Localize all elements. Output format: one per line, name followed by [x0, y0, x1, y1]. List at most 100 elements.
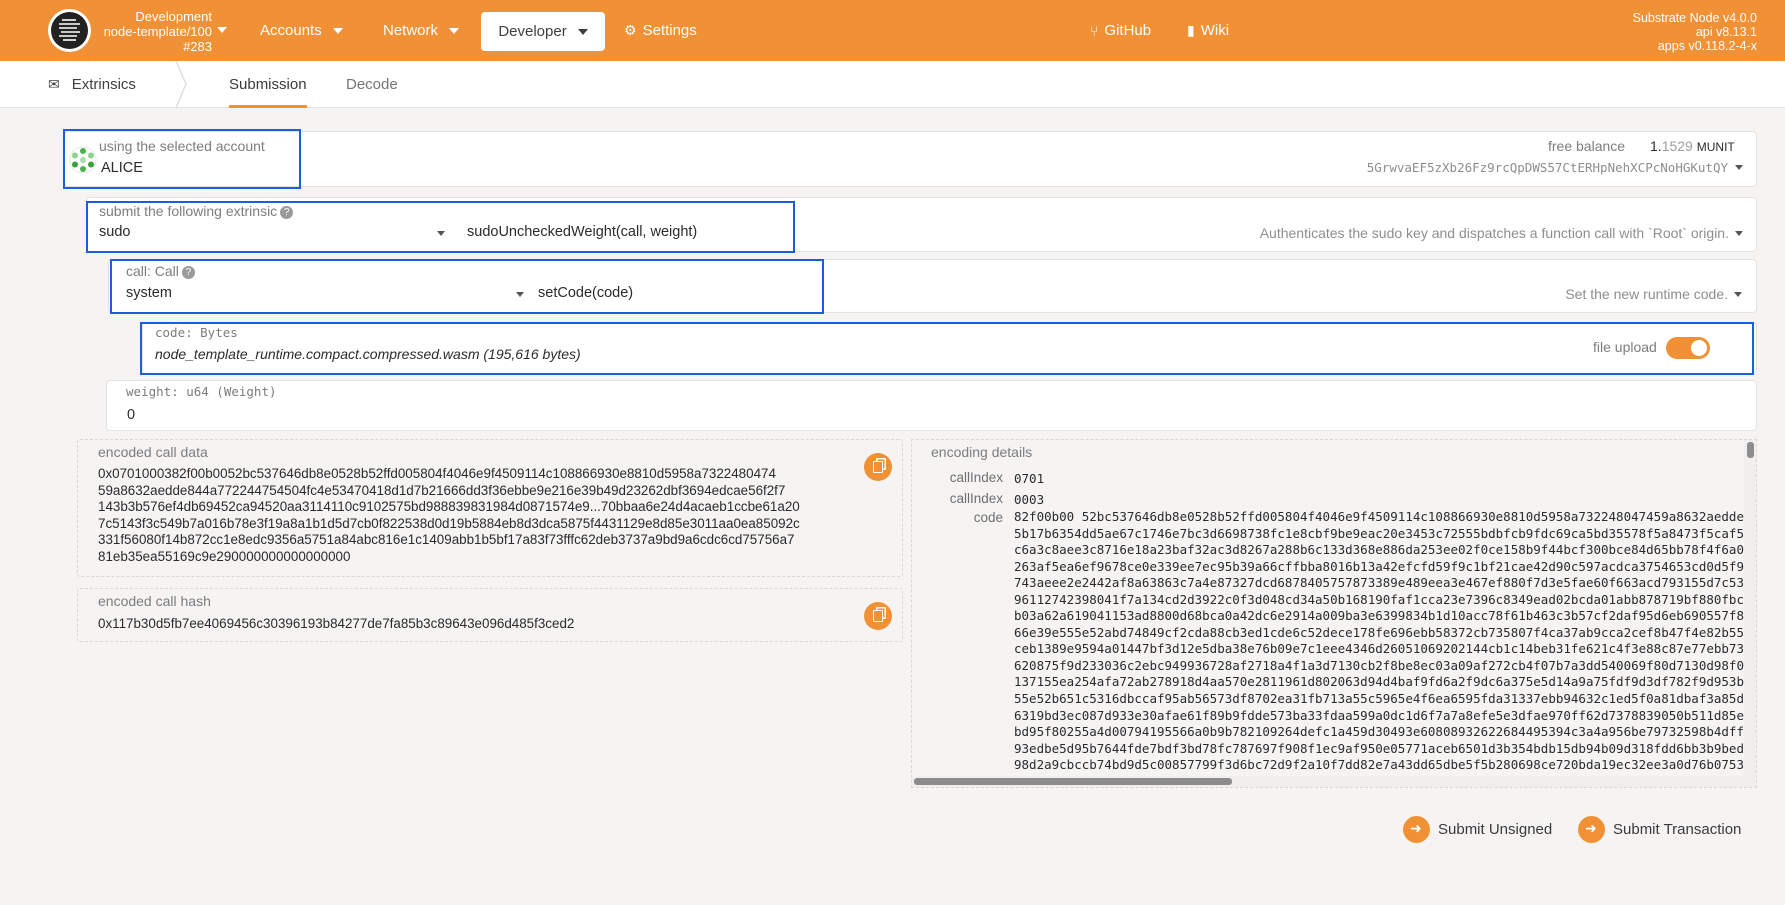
horizontal-scrollbar[interactable] [912, 776, 1746, 787]
tab-extrinsics-root[interactable]: ✉ Extrinsics [48, 61, 136, 108]
help-icon[interactable]: ? [280, 206, 294, 219]
breadcrumb-chevron [175, 61, 187, 108]
code-line: 5b17b6354dd5ae67c1746e7bc3d6698738fc1e8c… [1014, 525, 1744, 541]
tabs-bar: ✉ Extrinsics Submission Decode [0, 61, 1785, 108]
call-label-text: call: Call [126, 263, 179, 279]
nav-github[interactable]: ⑂ GitHub [1090, 0, 1151, 61]
account-label: using the selected account [99, 138, 265, 154]
code-line: 93edbe5d95b7644fde7bdf3bd78fc787697f908f… [1014, 740, 1744, 756]
code-param-label: code: Bytes [155, 325, 238, 340]
hex-line: 59a8632aedde844a772244754504fc4e53470418… [98, 482, 786, 498]
hex-line: 7c5143f3c549b7a016b78e3f19a8a1b1d5d7cb0f… [98, 515, 800, 531]
free-balance-label: free balance [1548, 138, 1626, 154]
help-icon[interactable]: ? [181, 266, 195, 279]
envelope-open-icon: ✉ [48, 76, 60, 92]
call-index-value: 0003 [1014, 492, 1045, 507]
code-line: 66e39e555e52abd74849cf2cda88cb3ed1cde6c5… [1014, 624, 1744, 640]
tab-decode-label: Decode [346, 76, 398, 93]
vertical-scrollbar[interactable] [1744, 440, 1756, 787]
encoding-details-panel[interactable]: encoding details callIndex 0701 callInde… [911, 439, 1757, 788]
code-line: c6a3c8aee3c8716e18a23baf32ac3d8267a288b6… [1014, 542, 1744, 558]
weight-param-label: weight: u64 (Weight) [126, 384, 277, 399]
code-branch-icon: ⑂ [1090, 22, 1099, 39]
substrate-logo-icon[interactable] [48, 9, 91, 52]
balance-fraction: 1529 [1661, 138, 1693, 154]
chevron-down-icon [516, 292, 524, 297]
code-line: 620875f9d233036c2ebc949936728af2718a4f1a… [1014, 657, 1744, 673]
code-line: 96112742398041f7a134cd2d3922c0f3d048cd34… [1014, 591, 1744, 607]
node-version: Substrate Node v4.0.0 [1632, 11, 1757, 25]
nav-network[interactable]: Network [383, 0, 460, 61]
code-line: 6319bd3ec087d933e30afae61f89b9fdde573ba3… [1014, 707, 1744, 723]
balance-integer: 1. [1650, 138, 1662, 154]
chain-selector[interactable]: Development node-template/100 #283 [100, 9, 212, 54]
call-section-dropdown[interactable]: system [124, 281, 524, 309]
free-balance-value: 1.1529 MUNIT [1650, 138, 1735, 154]
submit-transaction-label: Submit Transaction [1613, 820, 1742, 838]
copy-icon[interactable] [864, 602, 892, 630]
chevron-down-icon [577, 28, 588, 35]
extrinsic-method-value: sudoUncheckedWeight(call, weight) [467, 224, 698, 240]
extrinsic-method-dropdown[interactable]: sudoUncheckedWeight(call, weight) Authen… [467, 220, 1747, 248]
encoded-call-hash-label: encoded call hash [98, 593, 211, 609]
chevron-down-icon [449, 27, 460, 34]
tab-root-label: Extrinsics [71, 76, 136, 93]
nav-network-label: Network [383, 22, 439, 39]
sign-in-icon [1578, 815, 1605, 843]
call-label: call: Call? [126, 263, 195, 279]
tab-submission-label: Submission [229, 76, 307, 93]
code-line: bd95f80255a4d00794195566a0b9b782109264de… [1014, 724, 1746, 740]
code-detail-value: 82f00b00 52bc537646db8e0528b52ffd005804f… [1014, 509, 1746, 774]
account-identicon [69, 146, 97, 174]
extrinsic-section-dropdown[interactable]: sudo [97, 220, 449, 248]
hex-line: 331f56080f14b872cc1e8edc9356a5751a84abc8… [98, 532, 795, 548]
chevron-down-icon[interactable] [217, 27, 227, 33]
call-index-label: callIndex [949, 470, 1003, 485]
node-version-info: Substrate Node v4.0.0 api v8.13.1 apps v… [1633, 11, 1757, 53]
code-line: 55e52b651c5316dbccaf95ab56573df8702ea31f… [1014, 691, 1744, 707]
extrinsic-label: submit the following extrinsic? [99, 203, 294, 219]
nav-wiki-label: Wiki [1200, 22, 1230, 39]
encoded-call-hash-panel: encoded call hash 0x117b30d5fb7ee4069456… [77, 588, 903, 642]
call-method-dropdown[interactable]: setCode(code) Set the new runtime code. [538, 281, 1746, 309]
account-selector[interactable]: using the selected account ALICE free ba… [64, 131, 1757, 187]
chevron-down-icon [1734, 292, 1742, 297]
balance-unit: MUNIT [1696, 140, 1735, 154]
hex-line: 0x0701000382f00b0052bc537646db8e0528b52f… [98, 466, 776, 481]
code-line: b03a62a619041153ad8800d68bca0a42dc6e2914… [1014, 608, 1744, 624]
code-param[interactable]: code: Bytes node_template_runtime.compac… [142, 322, 1757, 374]
call-section-value: system [126, 285, 172, 301]
nav-developer[interactable]: Developer [481, 12, 605, 51]
encoded-call-data-value: 0x0701000382f00b0052bc537646db8e0528b52f… [98, 466, 868, 566]
call-index-label: callIndex [949, 491, 1003, 506]
tab-submission[interactable]: Submission [214, 61, 322, 108]
submit-transaction-button[interactable]: Submit Transaction [1578, 814, 1741, 844]
extrinsic-method-description: Authenticates the sudo key and dispatche… [1259, 225, 1729, 241]
code-line: ceb1389e9594a01447bf3d12e5dba38e76b09e7c… [1014, 641, 1744, 657]
code-line: 82f00b00 52bc537646db8e0528b52ffd005804f… [1014, 509, 1744, 524]
top-bar: Development node-template/100 #283 Accou… [0, 0, 1785, 61]
weight-value: 0 [127, 407, 136, 423]
nav-wiki[interactable]: ▮ Wiki [1187, 0, 1229, 61]
code-line: 137155ea254afa72ab278918d4aa570e2811961d… [1014, 674, 1744, 690]
copy-icon[interactable] [864, 453, 892, 481]
submit-unsigned-button[interactable]: Submit Unsigned [1403, 814, 1552, 844]
chevron-down-icon [332, 27, 343, 34]
submit-unsigned-label: Submit Unsigned [1438, 820, 1553, 838]
code-detail-label: code [973, 510, 1003, 525]
nav-accounts-label: Accounts [260, 22, 322, 39]
book-icon: ▮ [1187, 22, 1195, 38]
encoded-call-data-label: encoded call data [98, 444, 208, 460]
nav-accounts[interactable]: Accounts [260, 0, 343, 61]
encoded-call-data-panel: encoded call data 0x0701000382f00b0052bc… [77, 439, 903, 577]
file-upload-toggle[interactable] [1666, 337, 1710, 359]
tab-decode[interactable]: Decode [331, 61, 413, 108]
gears-icon: ⚙ [624, 22, 637, 38]
call-method-description: Set the new runtime code. [1565, 286, 1728, 302]
api-version: api v8.13.1 [1695, 25, 1757, 39]
weight-param[interactable]: weight: u64 (Weight) 0 [106, 380, 1757, 431]
code-line: 743aeee2e2442af8a63863c7a4e87327dcd68784… [1014, 575, 1744, 591]
nav-settings[interactable]: ⚙ Settings [624, 0, 697, 61]
call-method-value: setCode(code) [538, 285, 634, 301]
chevron-down-icon [1735, 165, 1743, 170]
